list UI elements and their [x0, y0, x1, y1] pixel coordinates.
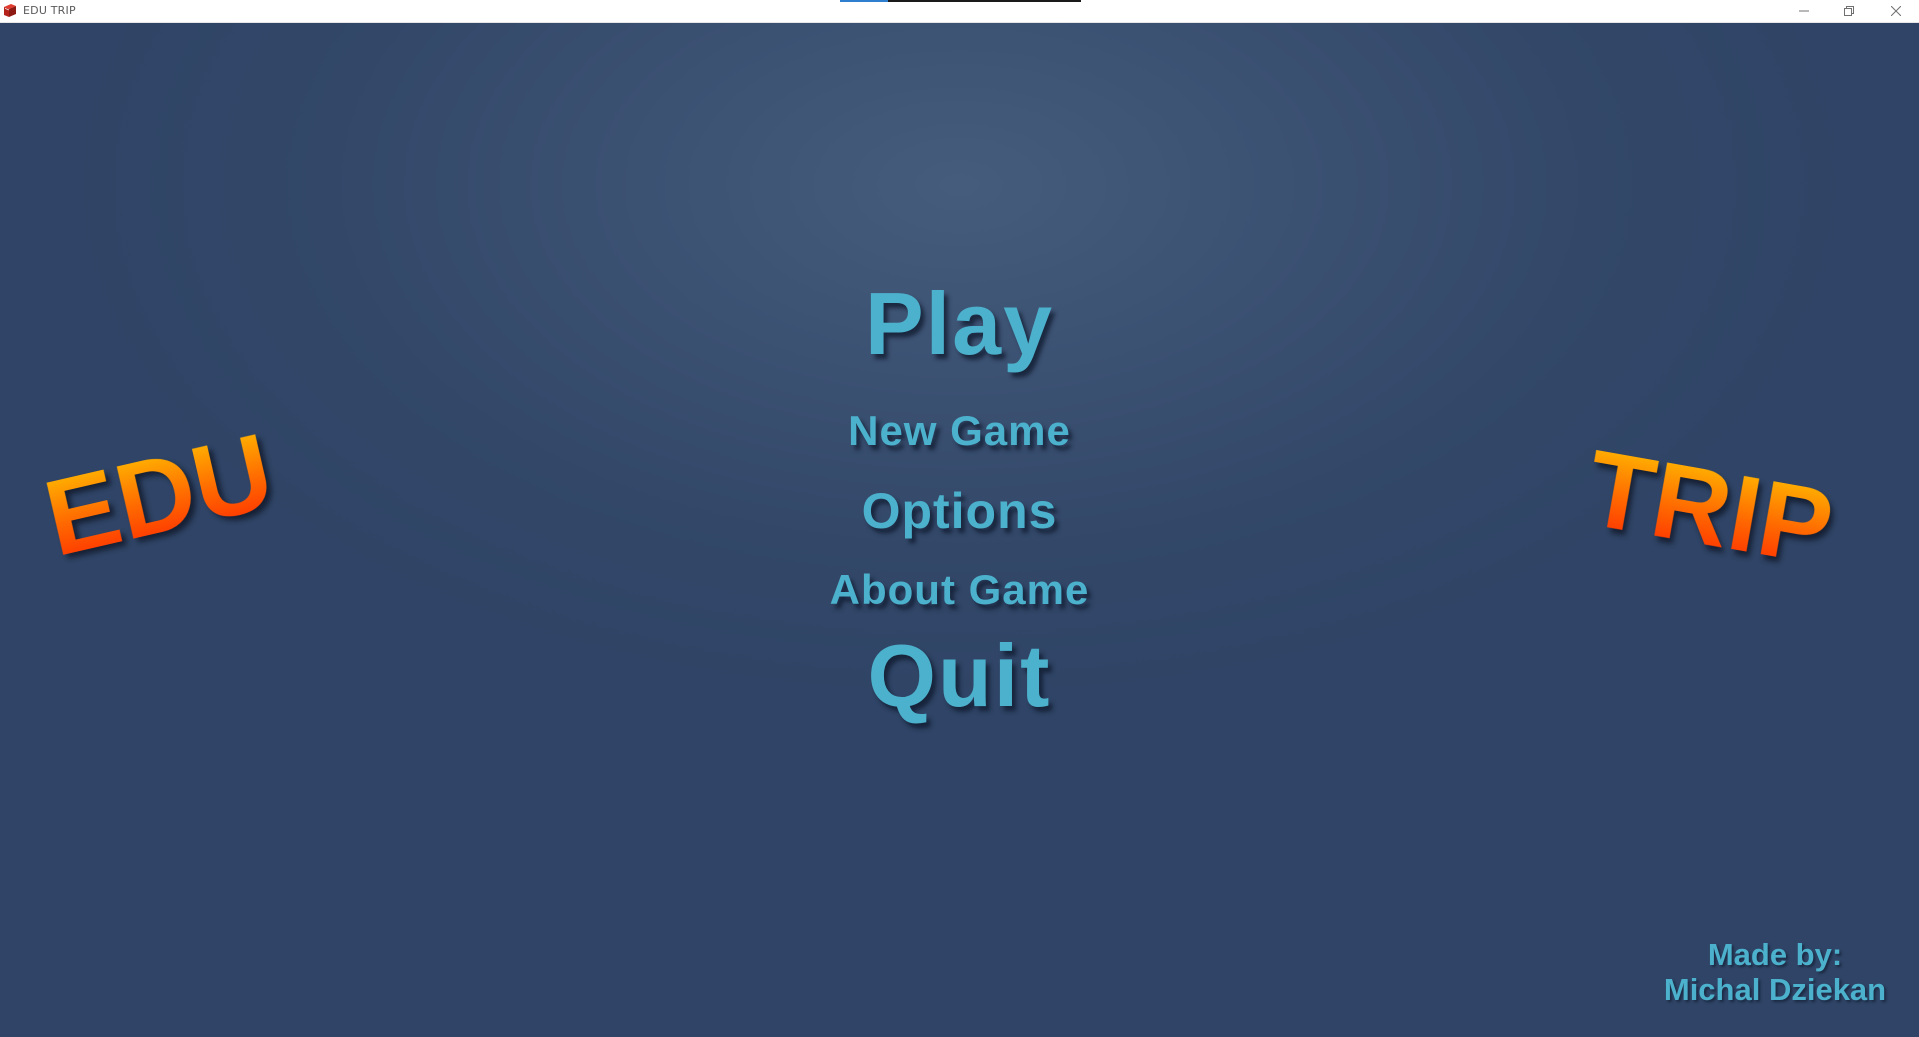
options-button[interactable]: Options — [0, 482, 1919, 540]
title-accent-highlight — [840, 0, 888, 2]
game-window: EDU TRIP EDU TRIP Play New Game Options … — [0, 0, 1919, 1037]
quit-button[interactable]: Quit — [0, 625, 1919, 727]
credits-author: Michal Dziekan — [1663, 972, 1887, 1007]
play-button[interactable]: Play — [0, 273, 1919, 375]
credits-label: Made by: — [1707, 937, 1843, 972]
window-title: EDU TRIP — [23, 4, 76, 17]
title-bar[interactable]: EDU TRIP — [0, 0, 1919, 23]
restore-icon — [1844, 6, 1854, 16]
book-icon — [2, 3, 18, 19]
credits: Made by: Michal Dziekan — [1640, 937, 1910, 1007]
close-icon — [1891, 6, 1901, 16]
minimize-icon — [1799, 6, 1809, 16]
restore-button[interactable] — [1826, 0, 1872, 22]
minimize-button[interactable] — [1781, 0, 1827, 22]
about-game-button[interactable]: About Game — [0, 566, 1919, 614]
new-game-button[interactable]: New Game — [0, 407, 1919, 455]
close-button[interactable] — [1873, 0, 1919, 22]
